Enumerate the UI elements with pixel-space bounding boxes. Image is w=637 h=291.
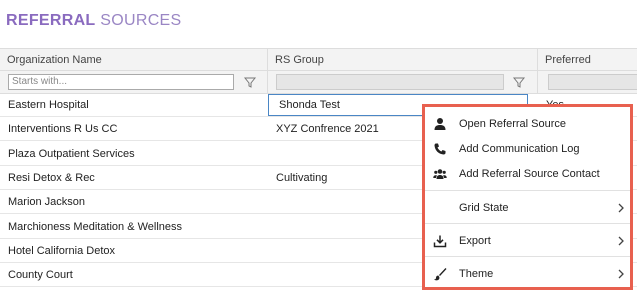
organization-name-cell[interactable]: Plaza Outpatient Services [0, 142, 268, 166]
chevron-right-icon [618, 236, 624, 246]
grid-header: Organization Name RS Group Preferred [0, 48, 637, 71]
menu-item-add-communication-log[interactable]: Add Communication Log [425, 137, 630, 161]
rs-group-filter-input[interactable] [276, 74, 504, 90]
preferred-filter-input[interactable] [548, 74, 637, 90]
organization-name-cell[interactable]: Resi Detox & Rec [0, 166, 268, 190]
user-icon [434, 118, 446, 130]
menu-item-add-referral-source-contact[interactable]: Add Referral Source Contact [425, 162, 630, 186]
page-title-light: SOURCES [100, 12, 182, 29]
menu-item-label: Export [459, 235, 491, 247]
organization-name-cell[interactable]: Eastern Hospital [0, 93, 268, 117]
column-header-label: Preferred [545, 54, 591, 66]
filter-cell-rs-group [268, 71, 538, 93]
menu-item-label: Add Referral Source Contact [459, 168, 600, 180]
menu-separator [425, 223, 630, 224]
page-title-bold: REFERRAL [6, 12, 96, 29]
download-icon [433, 235, 447, 248]
menu-item-theme[interactable]: Theme [425, 262, 630, 286]
chevron-right-icon [618, 269, 624, 279]
page-title: REFERRAL SOURCES [6, 12, 182, 30]
filter-cell-preferred [538, 71, 637, 93]
menu-item-label: Add Communication Log [459, 143, 580, 155]
users-icon [433, 169, 447, 179]
filter-funnel-icon[interactable] [243, 75, 257, 89]
column-header-label: Organization Name [7, 54, 102, 66]
organization-name-cell[interactable]: Interventions R Us CC [0, 117, 268, 141]
column-header-preferred[interactable]: Preferred [538, 49, 637, 71]
menu-item-label: Grid State [459, 202, 509, 214]
organization-filter-input[interactable]: Starts with... [8, 74, 234, 90]
menu-item-export[interactable]: Export [425, 229, 630, 253]
menu-separator [425, 256, 630, 257]
filter-row: Starts with... [0, 71, 637, 94]
context-menu: Open Referral Source Add Communication L… [422, 104, 633, 290]
menu-item-label: Theme [459, 268, 494, 280]
organization-name-cell[interactable]: Marchioness Meditation & Wellness [0, 215, 268, 239]
brush-icon [434, 268, 447, 281]
column-header-organization-name[interactable]: Organization Name [0, 49, 268, 71]
menu-item-grid-state[interactable]: Grid State [425, 196, 630, 220]
chevron-right-icon [618, 203, 624, 213]
menu-item-open-referral-source[interactable]: Open Referral Source [425, 112, 630, 136]
column-header-label: RS Group [275, 54, 324, 66]
organization-name-cell[interactable]: County Court [0, 263, 268, 287]
column-header-rs-group[interactable]: RS Group [268, 49, 538, 71]
organization-name-cell[interactable]: Marion Jackson [0, 190, 268, 214]
menu-separator [425, 190, 630, 191]
filter-funnel-icon[interactable] [512, 75, 526, 89]
filter-cell-organization: Starts with... [0, 71, 268, 93]
organization-name-cell[interactable]: Hotel California Detox [0, 239, 268, 263]
menu-item-label: Open Referral Source [459, 118, 566, 130]
phone-icon [434, 143, 446, 155]
